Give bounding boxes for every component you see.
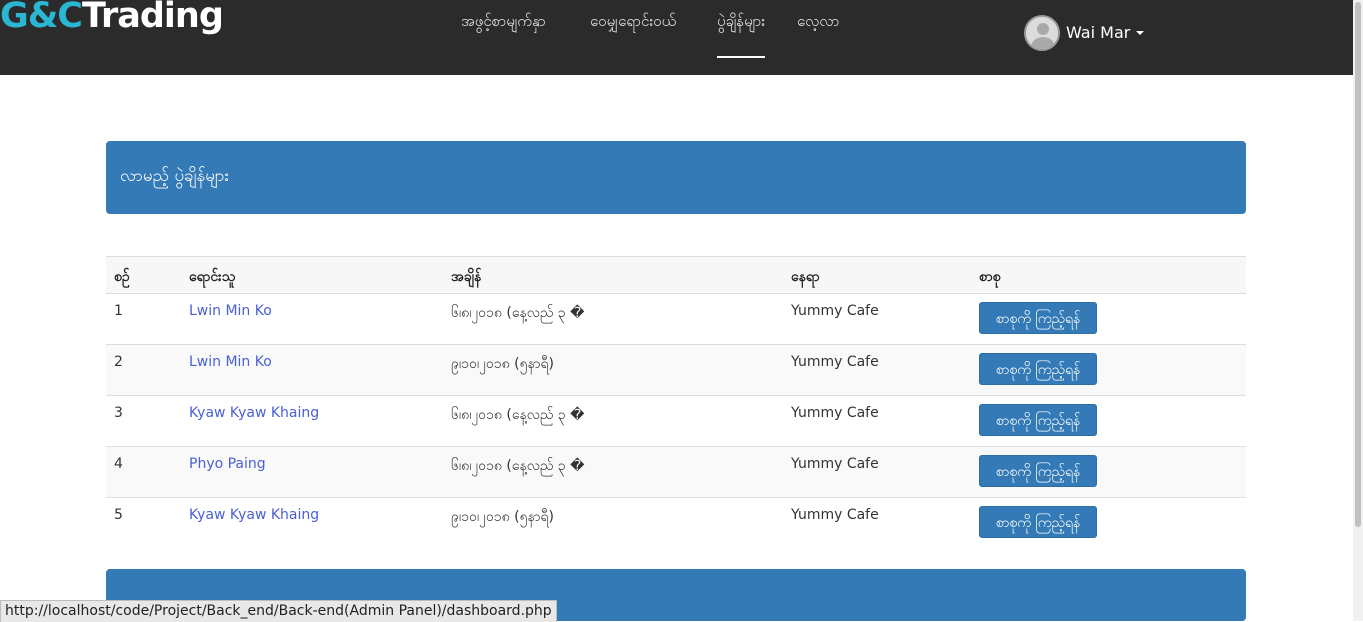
event-place: Yummy Cafe xyxy=(791,507,879,523)
seller-link[interactable]: Phyo Paing xyxy=(189,456,266,472)
event-time: ၉၊၁၀၊၂၀၁၈ (၅နာရီ) xyxy=(451,509,554,525)
table-row: 5 Kyaw Kyaw Khaing ၉၊၁၀၊၂၀၁၈ (၅နာရီ) Yum… xyxy=(106,498,1246,548)
table-row: 1 Lwin Min Ko ၆၊၈၊၂၀၁၈ (နေ့လည် ၃ � Yummy… xyxy=(106,294,1246,345)
table-row: 4 Phyo Paing ၆၊၈၊၂၀၁၈ (နေ့လည် ၃ � Yummy … xyxy=(106,447,1246,498)
upcoming-events-panel: လာမည့် ပွဲချိန်များ xyxy=(106,141,1246,214)
avatar-head-shape xyxy=(1037,23,1049,35)
event-place: Yummy Cafe xyxy=(791,354,879,370)
seller-link[interactable]: Lwin Min Ko xyxy=(189,354,272,370)
col-header-seller: ရောင်းသူ xyxy=(189,269,236,285)
table-row: 2 Lwin Min Ko ၉၊၁၀၊၂၀၁၈ (၅နာရီ) Yummy Ca… xyxy=(106,345,1246,396)
event-time: ၆၊၈၊၂၀၁၈ (နေ့လည် ၃ � xyxy=(451,305,585,321)
table-header-row: စဉ် ရောင်းသူ အချိန် နေရာ စာစု xyxy=(106,256,1246,294)
nav-item-home[interactable]: အဖွင့်စာမျက်နှာ xyxy=(461,12,546,34)
view-document-button[interactable]: စာစုကို ကြည့်ရန် xyxy=(979,455,1097,487)
row-number: 4 xyxy=(114,456,123,472)
seller-link[interactable]: Kyaw Kyaw Khaing xyxy=(189,507,319,523)
brand-part2: Trading xyxy=(81,0,224,36)
brand-part1: G&C xyxy=(0,0,83,36)
view-document-button[interactable]: စာစုကို ကြည့်ရန် xyxy=(979,302,1097,334)
table-row: 3 Kyaw Kyaw Khaing ၆၊၈၊၂၀၁၈ (နေ့လည် ၃ � … xyxy=(106,396,1246,447)
row-number: 5 xyxy=(114,507,123,523)
avatar-body-shape xyxy=(1031,37,1055,49)
nav-item-events[interactable]: ပွဲချိန်များ xyxy=(717,12,766,58)
nav-item-learn[interactable]: လေ့လာ xyxy=(797,12,839,34)
event-time: ၆၊၈၊၂၀၁၈ (နေ့လည် ၃ � xyxy=(451,407,585,423)
events-table: စဉ် ရောင်းသူ အချိန် နေရာ စာစု 1 Lwin Min… xyxy=(106,256,1246,548)
col-header-place: နေရာ xyxy=(791,269,820,285)
event-place: Yummy Cafe xyxy=(791,405,879,421)
seller-link[interactable]: Lwin Min Ko xyxy=(189,303,272,319)
col-header-document: စာစု xyxy=(979,269,1001,285)
brand-logo[interactable]: G&CTrading xyxy=(0,0,224,36)
event-time: ၆၊၈၊၂၀၁၈ (နေ့လည် ၃ � xyxy=(451,458,585,474)
row-number: 2 xyxy=(114,354,123,370)
seller-link[interactable]: Kyaw Kyaw Khaing xyxy=(189,405,319,421)
scrollbar-thumb[interactable] xyxy=(1355,2,1361,527)
nav-item-trade[interactable]: ဝေမျှရောင်းဝယ် xyxy=(590,12,676,34)
top-navbar: G&CTrading အဖွင့်စာမျက်နှာ ဝေမျှရောင်းဝယ… xyxy=(0,0,1353,75)
avatar xyxy=(1024,15,1060,51)
col-header-time: အချိန် xyxy=(451,269,482,285)
panel-title: လာမည့် ပွဲချိန်များ xyxy=(120,166,229,186)
browser-status-bar: http://localhost/code/Project/Back_end/B… xyxy=(0,600,557,622)
user-name: Wai Mar xyxy=(1066,23,1131,42)
caret-down-icon xyxy=(1136,31,1144,35)
row-number: 3 xyxy=(114,405,123,421)
row-number: 1 xyxy=(114,303,123,319)
view-document-button[interactable]: စာစုကို ကြည့်ရန် xyxy=(979,506,1097,538)
col-header-no: စဉ် xyxy=(114,269,130,285)
event-place: Yummy Cafe xyxy=(791,456,879,472)
event-place: Yummy Cafe xyxy=(791,303,879,319)
event-time: ၉၊၁၀၊၂၀၁၈ (၅နာရီ) xyxy=(451,356,554,372)
vertical-scrollbar[interactable] xyxy=(1353,0,1363,621)
view-document-button[interactable]: စာစုကို ကြည့်ရန် xyxy=(979,404,1097,436)
view-document-button[interactable]: စာစုကို ကြည့်ရန် xyxy=(979,353,1097,385)
